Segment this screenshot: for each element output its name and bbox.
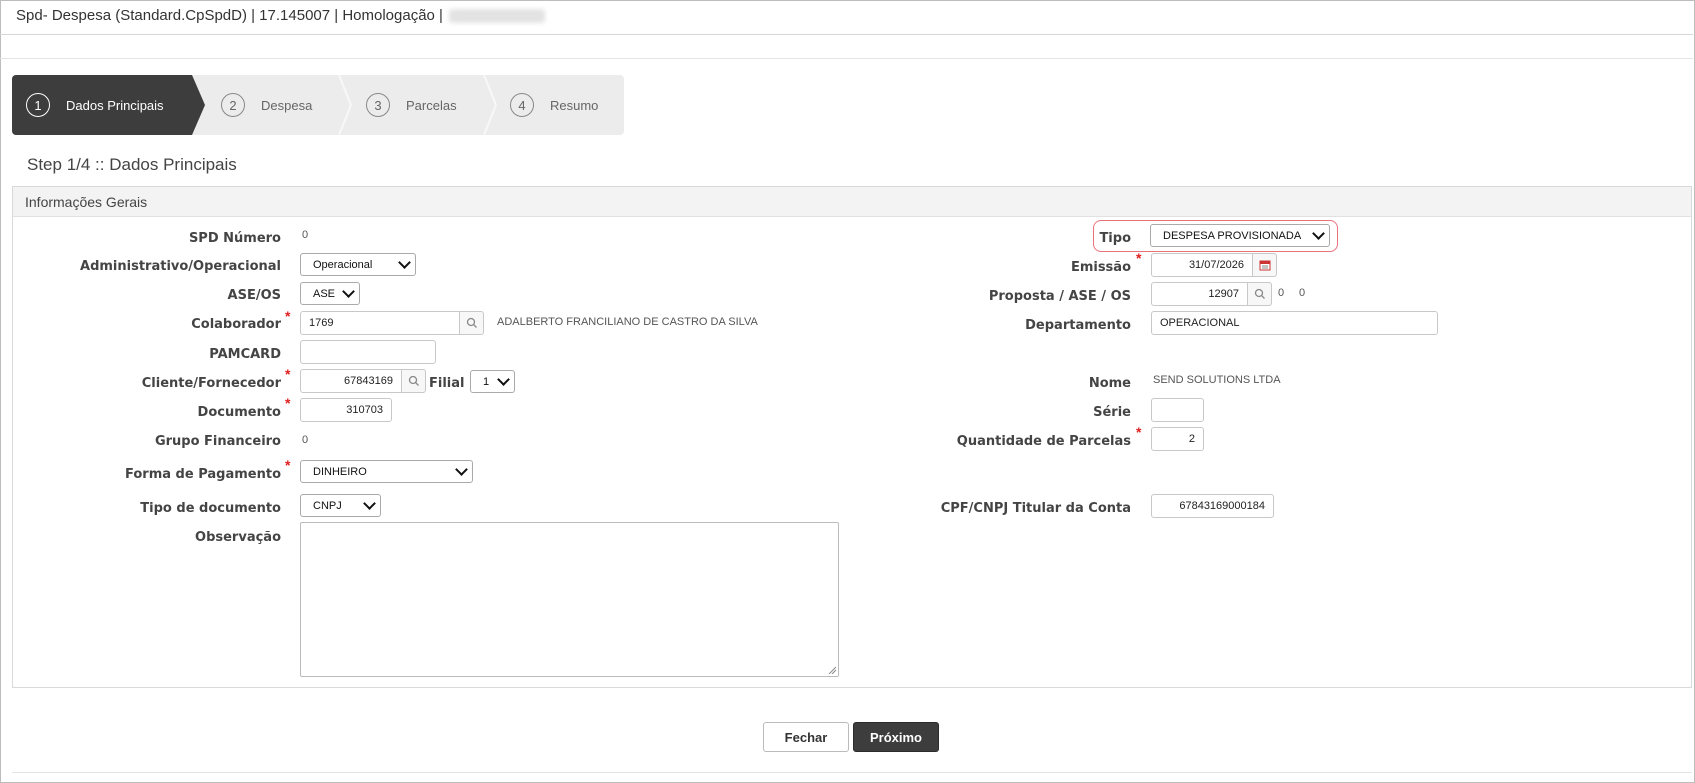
grupo-financeiro-value: 0 — [302, 434, 309, 446]
serie-input[interactable] — [1151, 398, 1204, 422]
resize-grip-icon[interactable] — [828, 666, 836, 674]
tipo-documento-selected: CNPJ — [313, 499, 342, 512]
wizard-step-3[interactable]: 3 Parcelas — [366, 75, 496, 135]
step-number: 2 — [221, 93, 245, 117]
search-icon — [466, 317, 477, 328]
required-marker: * — [285, 366, 291, 382]
proposta-extra-2: 0 — [1299, 287, 1306, 299]
required-marker: * — [285, 308, 291, 324]
cpf-cnpj-input[interactable]: 67843169000184 — [1151, 494, 1274, 518]
qtd-parcelas-label: Quantidade de Parcelas — [956, 434, 1131, 449]
footer-divider — [12, 772, 1692, 773]
fechar-button[interactable]: Fechar — [763, 722, 849, 752]
adm-oper-selected: Operacional — [313, 258, 373, 271]
proposta-input[interactable]: 12907 — [1151, 282, 1248, 306]
forma-pagamento-label: Forma de Pagamento — [125, 467, 281, 482]
colaborador-name: ADALBERTO FRANCILIANO DE CASTRO DA SILVA — [497, 316, 758, 328]
ase-os-label: ASE/OS — [227, 288, 281, 303]
chevron-down-icon — [1312, 227, 1325, 240]
tipo-label: Tipo — [1099, 231, 1131, 246]
chevron-down-icon — [398, 256, 411, 269]
observacao-textarea[interactable] — [300, 522, 839, 677]
documento-label: Documento — [197, 405, 281, 420]
tipo-selected: DESPESA PROVISIONADA — [1163, 229, 1302, 242]
adm-oper-select[interactable]: Operacional — [300, 253, 416, 276]
chevron-down-icon — [363, 497, 376, 510]
redacted-environment — [449, 9, 546, 24]
proposta-extra-1: 0 — [1278, 287, 1285, 299]
filial-select[interactable]: 1 — [470, 370, 515, 393]
nome-label: Nome — [1088, 376, 1131, 391]
tipo-select[interactable]: DESPESA PROVISIONADA — [1150, 224, 1330, 247]
filial-label: Filial — [429, 376, 465, 391]
emissao-calendar-button[interactable] — [1253, 253, 1277, 277]
required-marker: * — [285, 457, 291, 473]
step-label: Resumo — [550, 97, 599, 113]
required-marker: * — [1136, 424, 1142, 440]
filial-selected: 1 — [483, 375, 490, 388]
tipo-documento-select[interactable]: CNPJ — [300, 494, 381, 517]
window-title-text: Spd- Despesa (Standard.CpSpdD) | 17.1450… — [16, 7, 443, 24]
wizard-steps: 1 Dados Principais 2 Despesa 3 Parcelas … — [12, 75, 624, 135]
divider — [0, 58, 1693, 59]
step-label: Parcelas — [406, 97, 457, 113]
step-label: Dados Principais — [66, 97, 164, 113]
proximo-button[interactable]: Próximo — [853, 722, 939, 752]
ase-os-select[interactable]: ASE — [300, 282, 360, 305]
spd-numero-label: SPD Número — [188, 231, 281, 246]
required-marker: * — [1136, 250, 1142, 266]
pamcard-label: PAMCARD — [209, 347, 281, 362]
tipo-documento-label: Tipo de documento — [140, 501, 281, 516]
cliente-fornecedor-input[interactable]: 67843169 — [300, 369, 402, 393]
emissao-label: Emissão — [1070, 260, 1131, 275]
section-header: Informações Gerais — [13, 187, 1691, 217]
step-label: Despesa — [261, 97, 313, 113]
documento-input[interactable]: 310703 — [300, 398, 392, 422]
search-icon — [408, 375, 419, 386]
wizard-step-2[interactable]: 2 Despesa — [221, 75, 351, 135]
step-number: 4 — [510, 93, 534, 117]
title-bar: Spd- Despesa (Standard.CpSpdD) | 17.1450… — [0, 0, 1693, 35]
departamento-label: Departamento — [1025, 318, 1131, 333]
step-number: 1 — [26, 93, 50, 117]
ase-os-selected: ASE — [313, 287, 336, 300]
cliente-fornecedor-label: Cliente/Fornecedor — [141, 376, 281, 391]
section-title: Informações Gerais — [25, 194, 148, 210]
grupo-financeiro-label: Grupo Financeiro — [154, 434, 281, 449]
chevron-down-icon — [497, 373, 510, 386]
observacao-label: Observação — [195, 530, 281, 545]
step-separator-icon — [483, 75, 498, 135]
step-number: 3 — [366, 93, 390, 117]
nome-value: SEND SOLUTIONS LTDA — [1153, 374, 1281, 386]
step-arrow-active — [192, 75, 205, 135]
wizard-step-1[interactable]: 1 Dados Principais — [12, 75, 192, 135]
pamcard-input[interactable] — [300, 340, 436, 364]
proposta-search-button[interactable] — [1248, 282, 1272, 306]
search-icon — [1254, 288, 1265, 299]
proposta-label: Proposta / ASE / OS — [988, 289, 1131, 304]
required-marker: * — [285, 395, 291, 411]
chevron-down-icon — [455, 463, 468, 476]
forma-pagamento-select[interactable]: DINHEIRO — [300, 460, 473, 483]
qtd-parcelas-input[interactable]: 2 — [1151, 427, 1204, 451]
window-title: Spd- Despesa (Standard.CpSpdD) | 17.1450… — [16, 7, 546, 24]
chevron-down-icon — [342, 285, 355, 298]
cpf-cnpj-label: CPF/CNPJ Titular da Conta — [940, 501, 1131, 516]
colaborador-input[interactable]: 1769 — [300, 311, 460, 335]
spd-numero-value: 0 — [302, 229, 309, 241]
forma-pagamento-selected: DINHEIRO — [313, 465, 367, 478]
emissao-input[interactable]: 31/07/2026 — [1151, 253, 1253, 277]
colaborador-search-button[interactable] — [460, 311, 484, 335]
adm-oper-label: Administrativo/Operacional — [80, 259, 281, 274]
cliente-search-button[interactable] — [402, 369, 426, 393]
calendar-icon — [1259, 260, 1270, 271]
serie-label: Série — [1093, 405, 1131, 420]
wizard-step-4[interactable]: 4 Resumo — [510, 75, 624, 135]
colaborador-label: Colaborador — [191, 317, 281, 332]
step-title: Step 1/4 :: Dados Principais — [27, 155, 237, 174]
departamento-input[interactable]: OPERACIONAL — [1151, 311, 1438, 335]
step-separator-icon — [338, 75, 353, 135]
